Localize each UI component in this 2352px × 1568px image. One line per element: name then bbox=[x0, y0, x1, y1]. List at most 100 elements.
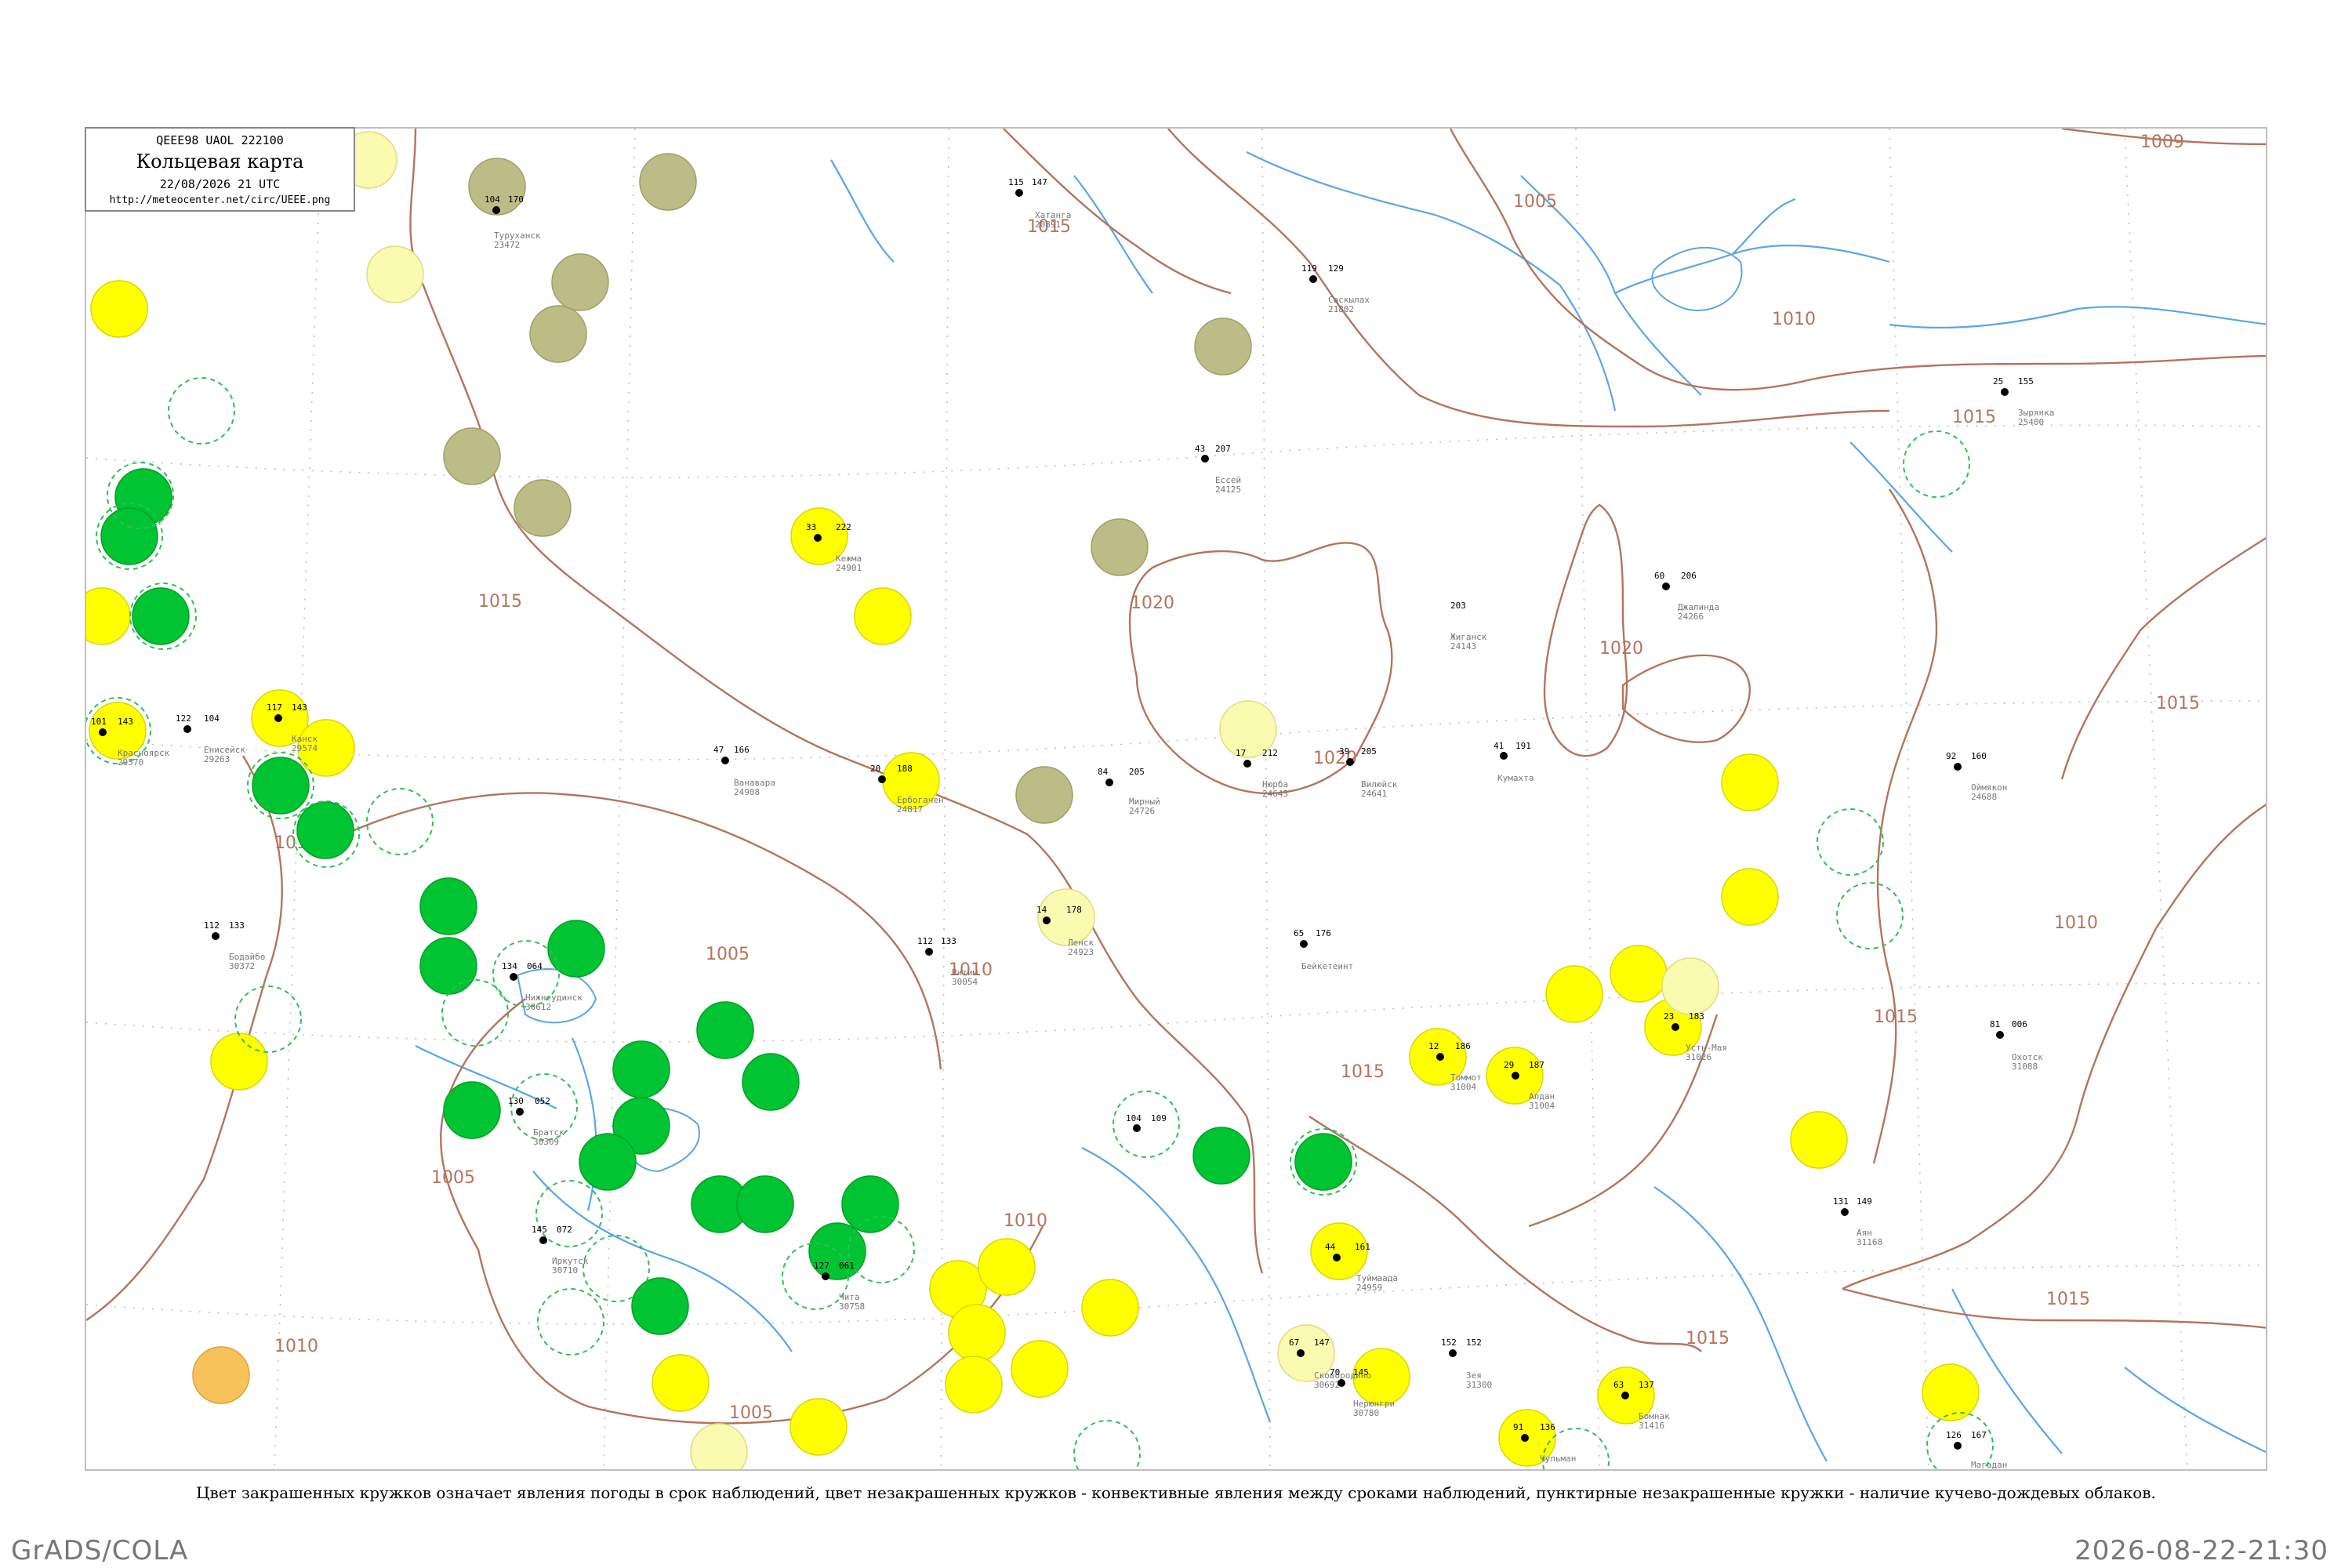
station-mirny: 84 205 Мирный 24726 bbox=[1098, 767, 1160, 816]
svg-text:31300: 31300 bbox=[1466, 1380, 1492, 1390]
svg-text:187: 187 bbox=[1529, 1060, 1544, 1070]
svg-text:006: 006 bbox=[2012, 1019, 2027, 1029]
isobar-label: 1005 bbox=[706, 945, 750, 964]
svg-text:145: 145 bbox=[532, 1225, 547, 1235]
svg-text:Бейкетеинт: Бейкетеинт bbox=[1301, 961, 1353, 971]
svg-text:188: 188 bbox=[897, 764, 913, 774]
svg-text:147: 147 bbox=[1314, 1338, 1330, 1348]
isobar-label: 1010 bbox=[274, 1337, 318, 1356]
station-olekminsk: 104 109 bbox=[1126, 1113, 1167, 1123]
graticule bbox=[86, 129, 2266, 1469]
svg-text:052: 052 bbox=[535, 1096, 550, 1106]
svg-text:183: 183 bbox=[1689, 1011, 1704, 1022]
svg-text:30780: 30780 bbox=[1353, 1408, 1379, 1418]
station-saskylakh: 119 129 Саскылах 21802 bbox=[1301, 263, 1370, 314]
svg-text:24959: 24959 bbox=[1356, 1283, 1382, 1293]
svg-text:207: 207 bbox=[1215, 444, 1231, 454]
svg-text:24688: 24688 bbox=[1971, 792, 1997, 802]
svg-text:149: 149 bbox=[1857, 1196, 1872, 1207]
svg-text:30309: 30309 bbox=[533, 1137, 559, 1147]
svg-text:24908: 24908 bbox=[734, 787, 760, 797]
isobar-label: 1010 bbox=[1004, 1211, 1047, 1231]
svg-text:24923: 24923 bbox=[1068, 947, 1094, 957]
svg-text:104: 104 bbox=[204, 713, 220, 724]
map-url[interactable]: http://meteocenter.net/circ/UEEE.png bbox=[86, 194, 354, 206]
station-beiketeint: 65 176 Бейкетеинт bbox=[1294, 928, 1353, 971]
isobar-label: 1005 bbox=[1513, 192, 1557, 212]
bulletin-code: QEEE98 UAOL 222100 bbox=[156, 133, 284, 147]
svg-text:24143: 24143 bbox=[1450, 641, 1476, 652]
svg-text:30612: 30612 bbox=[525, 1002, 551, 1012]
svg-text:112: 112 bbox=[204, 920, 220, 931]
station-turukhansk: 104 170 Туруханск 23472 bbox=[485, 194, 541, 250]
svg-text:167: 167 bbox=[1971, 1430, 1987, 1440]
station-oymyakon: 92 160 Оймякон 24688 bbox=[1946, 751, 2007, 802]
svg-text:30372: 30372 bbox=[229, 961, 255, 971]
svg-text:91: 91 bbox=[1513, 1422, 1523, 1432]
svg-text:29570: 29570 bbox=[118, 757, 143, 768]
svg-text:222: 222 bbox=[836, 522, 851, 532]
svg-text:31004: 31004 bbox=[1529, 1101, 1555, 1111]
isobar-label: 1005 bbox=[729, 1403, 773, 1423]
isobar-label: 1010 bbox=[2054, 913, 2098, 933]
svg-text:203: 203 bbox=[1450, 601, 1466, 611]
svg-text:170: 170 bbox=[508, 194, 524, 205]
svg-text:29263: 29263 bbox=[204, 754, 230, 764]
isobar-label: 1015 bbox=[1874, 1007, 1918, 1027]
svg-text:143: 143 bbox=[292, 702, 307, 713]
station-zyryanka: 25 155 Зырянка 25400 bbox=[1993, 376, 2054, 427]
svg-text:061: 061 bbox=[839, 1261, 855, 1271]
svg-text:30692: 30692 bbox=[1314, 1380, 1340, 1390]
svg-text:186: 186 bbox=[1455, 1041, 1471, 1051]
svg-text:63: 63 bbox=[1613, 1380, 1624, 1390]
station-zhigansk: 203 Жиганск 24143 bbox=[1450, 601, 1487, 652]
svg-text:072: 072 bbox=[557, 1225, 572, 1235]
station-bodaybo: 112 133 Бодайбо 30372 bbox=[204, 920, 265, 971]
svg-text:143: 143 bbox=[118, 717, 133, 727]
svg-text:24125: 24125 bbox=[1215, 485, 1241, 495]
isobars bbox=[86, 129, 2266, 1425]
svg-text:24641: 24641 bbox=[1361, 789, 1387, 799]
map-date: 22/08/2026 21 UTC bbox=[159, 177, 281, 191]
svg-text:29574: 29574 bbox=[292, 743, 318, 753]
station-bratsk: 130 052 Братск 30309 bbox=[508, 1096, 564, 1147]
svg-text:130: 130 bbox=[508, 1096, 524, 1106]
station-essey: 43 207 Ессей 24125 bbox=[1195, 444, 1241, 495]
station-zeya: 152 152 Зея 31300 bbox=[1441, 1338, 1492, 1390]
svg-text:60: 60 bbox=[1654, 571, 1664, 581]
station-dzhalinda: 60 206 Джалинда 24266 bbox=[1654, 571, 1719, 622]
svg-text:44: 44 bbox=[1325, 1242, 1336, 1252]
svg-text:25: 25 bbox=[1993, 376, 2003, 387]
svg-text:24726: 24726 bbox=[1129, 806, 1155, 816]
svg-text:12: 12 bbox=[1428, 1041, 1439, 1051]
station-magadan: 126 167 Магадан bbox=[1946, 1430, 2007, 1469]
station-irkutsk: 145 072 Иркутск 30710 bbox=[532, 1225, 589, 1276]
station-okhotsk: 81 006 Охотск 31088 bbox=[1990, 1019, 2043, 1072]
svg-text:064: 064 bbox=[527, 961, 543, 971]
svg-text:112: 112 bbox=[917, 936, 933, 946]
svg-text:81: 81 bbox=[1990, 1019, 2000, 1029]
station-ayan: 131 149 Аян 31168 bbox=[1833, 1196, 1882, 1247]
station-eniseysk: 122 104 Енисейск 29263 bbox=[176, 713, 245, 764]
svg-text:133: 133 bbox=[941, 936, 956, 946]
svg-text:47: 47 bbox=[713, 745, 724, 755]
svg-text:133: 133 bbox=[229, 920, 245, 931]
svg-text:20891: 20891 bbox=[1035, 220, 1061, 230]
map-title: Кольцевая карта bbox=[136, 151, 304, 172]
svg-text:21802: 21802 bbox=[1328, 304, 1354, 314]
svg-text:122: 122 bbox=[176, 713, 191, 724]
isobar-label: 1015 bbox=[1341, 1062, 1385, 1082]
weather-map: 1005 1015 1010 1015 1009 1020 1020 1020 … bbox=[86, 129, 2266, 1469]
svg-text:84: 84 bbox=[1098, 767, 1109, 777]
svg-text:31026: 31026 bbox=[1686, 1052, 1711, 1062]
svg-text:155: 155 bbox=[2018, 376, 2034, 387]
svg-text:152: 152 bbox=[1441, 1338, 1457, 1348]
svg-text:43: 43 bbox=[1195, 444, 1205, 454]
svg-text:30710: 30710 bbox=[552, 1265, 578, 1276]
svg-text:176: 176 bbox=[1316, 928, 1331, 938]
svg-text:147: 147 bbox=[1032, 177, 1047, 187]
svg-text:25400: 25400 bbox=[2018, 417, 2044, 427]
map-frame: 1005 1015 1010 1015 1009 1020 1020 1020 … bbox=[85, 127, 2267, 1471]
isobar-label: 1020 bbox=[1131, 593, 1174, 613]
svg-text:31004: 31004 bbox=[1450, 1082, 1476, 1092]
